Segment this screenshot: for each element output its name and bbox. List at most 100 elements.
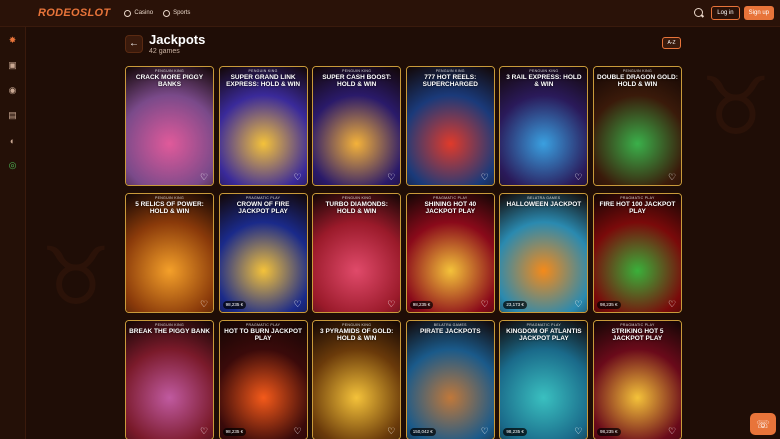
game-card[interactable]: PRAGMATIC PLAY SHINING HOT 40 JACKPOT PL… <box>405 193 495 313</box>
jackpot-icon[interactable]: ✸ <box>7 35 18 46</box>
game-provider: BELATRA GAMES <box>433 323 467 327</box>
game-provider: PENGUIN KING <box>154 69 185 73</box>
heart-icon[interactable]: ♡ <box>387 173 396 182</box>
game-card[interactable]: PENGUIN KING 5 RELICS OF POWER: HOLD & W… <box>125 193 214 313</box>
game-provider: PRAGMATIC PLAY <box>245 323 281 327</box>
game-count: 42 games <box>149 48 180 55</box>
heart-icon[interactable]: ♡ <box>294 427 303 436</box>
heart-icon[interactable]: ♡ <box>574 427 583 436</box>
nav-sports-label: Sports <box>173 10 191 16</box>
game-title: SHINING HOT 40 JACKPOT PLAY <box>424 201 477 215</box>
jackpot-amount: 98,235 € <box>222 428 247 436</box>
game-card[interactable]: BELATRA GAMES HALLOWEEN JACKPOT 23,173 €… <box>499 193 589 313</box>
page-header: ← Jackpots 42 games <box>125 32 205 55</box>
game-thumbnail <box>500 194 588 312</box>
game-provider: PENGUIN KING <box>529 69 559 73</box>
login-button[interactable]: Log in <box>711 6 740 20</box>
game-card[interactable]: PENGUIN KING TURBO DIAMONDS: HOLD & WIN … <box>312 193 402 313</box>
game-provider: PENGUIN KING <box>342 69 372 73</box>
game-thumbnail <box>126 321 213 439</box>
game-card[interactable]: PRAGMATIC PLAY FIRE HOT 100 JACKPOT PLAY… <box>592 193 682 313</box>
signup-button[interactable]: Sign up <box>743 6 774 20</box>
games-grid: PENGUIN KING CRACK MORE PIGGY BANKS ♡ PE… <box>125 66 682 439</box>
game-provider: PENGUIN KING <box>154 323 185 327</box>
sort-az-button[interactable]: A-Z <box>662 37 681 49</box>
heart-icon[interactable]: ♡ <box>481 427 490 436</box>
heart-icon[interactable]: ♡ <box>574 173 583 182</box>
game-provider: PRAGMATIC PLAY <box>245 196 281 200</box>
jackpot-amount: 98,235 € <box>503 428 527 436</box>
game-card[interactable]: PENGUIN KING BREAK THE PIGGY BANK ♡ <box>125 320 214 439</box>
game-title: SUPER GRAND LINK EXPRESS: HOLD & WIN <box>226 74 301 88</box>
jackpot-amount: 98,235 € <box>596 428 621 436</box>
heart-icon[interactable]: ♡ <box>668 427 677 436</box>
heart-icon[interactable]: ♡ <box>294 173 303 182</box>
heart-icon[interactable]: ♡ <box>481 300 490 309</box>
game-provider: PENGUIN KING <box>154 196 185 200</box>
heart-icon[interactable]: ♡ <box>294 300 303 309</box>
sidebar: ✸ ▣ ◉ ▤ ◐ ◎ <box>0 27 26 439</box>
game-title: CRACK MORE PIGGY BANKS <box>135 74 204 88</box>
game-card[interactable]: PRAGMATIC PLAY CROWN OF FIRE JACKPOT PLA… <box>218 193 308 313</box>
logo[interactable]: RODEOSLOT <box>38 7 110 19</box>
heart-icon[interactable]: ♡ <box>481 173 490 182</box>
bull-skull-decoration: ♉ <box>700 60 772 153</box>
game-card[interactable]: PENGUIN KING CRACK MORE PIGGY BANKS ♡ <box>125 66 214 186</box>
game-card[interactable]: BELATRA GAMES PIRATE JACKPOTS 150,042 € … <box>405 320 495 439</box>
heart-icon[interactable]: ♡ <box>387 300 396 309</box>
game-title: 777 HOT REELS: SUPERCHARGED <box>422 74 478 88</box>
game-card[interactable]: PRAGMATIC PLAY STRIKING HOT 5 JACKPOT PL… <box>592 320 682 439</box>
heart-icon[interactable]: ♡ <box>668 300 677 309</box>
main-nav: Casino Sports <box>124 9 191 17</box>
crash-icon[interactable]: ▤ <box>7 110 18 121</box>
game-title: 3 PYRAMIDS OF GOLD: HOLD & WIN <box>320 328 394 342</box>
heart-icon[interactable]: ♡ <box>200 427 209 436</box>
heart-icon[interactable]: ♡ <box>200 173 209 182</box>
back-button[interactable]: ← <box>125 34 143 53</box>
game-title: 3 RAIL EXPRESS: HOLD & WIN <box>506 74 582 88</box>
support-chat-button[interactable]: ☏ <box>750 413 776 435</box>
support-headset-icon[interactable]: ◎ <box>7 160 18 171</box>
game-thumbnail <box>406 321 494 439</box>
game-card[interactable]: PENGUIN KING 3 RAIL EXPRESS: HOLD & WIN … <box>499 66 589 186</box>
jackpot-amount: 98,235 € <box>409 301 434 309</box>
nav-casino[interactable]: Casino <box>124 9 153 17</box>
heart-icon[interactable]: ♡ <box>387 427 396 436</box>
arrow-left-icon: ← <box>129 38 139 49</box>
game-card[interactable]: PENGUIN KING 3 PYRAMIDS OF GOLD: HOLD & … <box>312 320 402 439</box>
game-title: FIRE HOT 100 JACKPOT PLAY <box>599 201 676 215</box>
game-card[interactable]: PENGUIN KING 777 HOT REELS: SUPERCHARGED… <box>405 66 495 186</box>
jackpot-amount: 98,235 € <box>222 301 247 309</box>
slots-icon[interactable]: ▣ <box>7 60 18 71</box>
game-title: CROWN OF FIRE JACKPOT PLAY <box>236 201 290 215</box>
search-icon[interactable] <box>694 8 704 18</box>
top-bar: RODEOSLOT Casino Sports Log in Sign up <box>0 0 780 27</box>
heart-icon[interactable]: ♡ <box>200 300 209 309</box>
top-right-actions: Log in Sign up <box>694 6 774 20</box>
game-card[interactable]: PENGUIN KING SUPER GRAND LINK EXPRESS: H… <box>218 66 308 186</box>
game-title: KINGDOM OF ATLANTIS JACKPOT PLAY <box>506 328 582 342</box>
game-provider: PRAGMATIC PLAY <box>433 196 468 200</box>
game-card[interactable]: PENGUIN KING DOUBLE DRAGON GOLD: HOLD & … <box>592 66 682 186</box>
heart-icon[interactable]: ♡ <box>574 300 583 309</box>
game-title: BREAK THE PIGGY BANK <box>129 328 210 335</box>
jackpot-amount: 150,042 € <box>409 428 436 436</box>
gamepad-icon[interactable]: ◐ <box>7 135 18 146</box>
game-card[interactable]: PENGUIN KING SUPER CASH BOOST: HOLD & WI… <box>312 66 402 186</box>
game-title: HALLOWEEN JACKPOT <box>506 201 582 208</box>
game-provider: PENGUIN KING <box>248 69 278 73</box>
game-title: HOT TO BURN JACKPOT PLAY <box>224 328 303 342</box>
nav-sports[interactable]: Sports <box>163 9 191 17</box>
game-provider: PRAGMATIC PLAY <box>620 323 655 327</box>
sports-icon <box>163 9 171 17</box>
heart-icon[interactable]: ♡ <box>668 173 677 182</box>
game-provider: PRAGMATIC PLAY <box>620 196 655 200</box>
game-card[interactable]: PRAGMATIC PLAY KINGDOM OF ATLANTIS JACKP… <box>499 320 589 439</box>
live-icon[interactable]: ◉ <box>7 85 18 96</box>
game-title: PIRATE JACKPOTS <box>420 328 481 335</box>
jackpot-amount: 98,235 € <box>596 301 621 309</box>
game-provider: PENGUIN KING <box>622 69 652 73</box>
game-card[interactable]: PRAGMATIC PLAY HOT TO BURN JACKPOT PLAY … <box>218 320 308 439</box>
page-title: Jackpots <box>149 32 206 47</box>
game-provider: PENGUIN KING <box>342 196 372 200</box>
